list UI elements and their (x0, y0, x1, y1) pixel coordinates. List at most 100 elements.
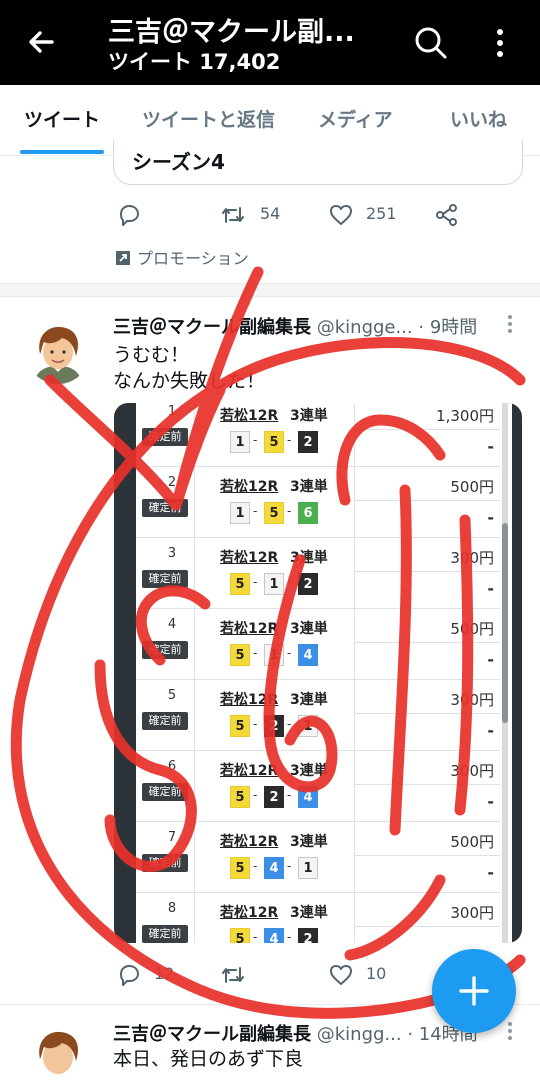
payout-value: - (487, 863, 494, 882)
bet-type: 3連単 (290, 834, 328, 850)
bet-type: 3連単 (290, 692, 328, 708)
ticket-number: 6 (167, 759, 177, 774)
like-count: 10 (366, 964, 387, 983)
combo-separator: - (287, 788, 292, 802)
bet-amount: 300円 (450, 549, 494, 567)
bet-amount: 500円 (450, 620, 494, 638)
reply-icon[interactable] (116, 962, 142, 988)
tweet-count: ツイート 17,402 (108, 50, 281, 74)
boat-number-box: 5 (264, 502, 284, 524)
more-vertical-icon[interactable] (488, 24, 512, 62)
retweet-count: 54 (260, 204, 281, 223)
tab-likes[interactable]: いいね (450, 105, 507, 132)
ticket-row: 3 確定前 若松12R 3連単 300円 -5-1-2 (136, 537, 500, 609)
ticket-row: 1 確定前 若松12R 3連単 1,300円 -1-5-2 (136, 403, 500, 467)
status-badge: 確定前 (142, 499, 188, 517)
combo-separator: - (287, 717, 292, 731)
tweet-text: 本日、発日のあず下良 (113, 1048, 304, 1070)
ticket-row: 6 確定前 若松12R 3連単 300円 -5-2-4 (136, 750, 500, 822)
race-link: 若松12R (220, 621, 279, 637)
status-badge: 確定前 (142, 570, 188, 588)
avatar[interactable] (26, 320, 90, 384)
ticket-row: 2 確定前 若松12R 3連単 500円 -1-5-6 (136, 466, 500, 538)
card-text: シーズン4 (132, 150, 225, 174)
status-badge: 確定前 (142, 925, 188, 943)
ticket-row: 8確定前若松12R3連単300円-5-4-2 (136, 892, 500, 943)
author-name[interactable]: 三吉＠マクール副編集長 (113, 317, 311, 338)
like-icon[interactable] (328, 202, 354, 228)
bet-type: 3連単 (290, 408, 328, 424)
boat-number-box: 4 (264, 928, 284, 943)
boat-number-box: 6 (298, 502, 318, 524)
payout-value: - (487, 437, 494, 456)
race-link: 若松12R (220, 692, 279, 708)
status-badge: 確定前 (142, 783, 188, 801)
author-handle: @kingge... (316, 317, 413, 338)
avatar-illustration (26, 320, 90, 384)
combo-separator: - (253, 788, 258, 802)
bet-type: 3連単 (290, 905, 328, 921)
bet-amount: 500円 (450, 833, 494, 851)
combo-separator: - (253, 575, 258, 589)
back-arrow-icon[interactable] (22, 22, 62, 62)
retweet-icon[interactable] (220, 962, 246, 988)
boat-number-box: 4 (298, 644, 318, 666)
status-badge: 確定前 (142, 854, 188, 872)
combo-separator: - (253, 504, 258, 518)
tweet-menu-icon[interactable] (505, 1020, 515, 1042)
status-badge: 確定前 (142, 641, 188, 659)
payout-value: - (487, 579, 494, 598)
payout-value: - (487, 650, 494, 669)
tweet-header: 三吉＠マクール副編集長 @kingge... · 9時間 (113, 313, 477, 339)
tweet-time: · 9時間 (418, 317, 478, 338)
prev-tweet-actions: 54 251 (0, 196, 540, 236)
tweet-image[interactable]: 1 確定前 若松12R 3連単 1,300円 -1-5-2 2 確定前 若松12R 3連単 500円… (114, 403, 522, 943)
ticket-number: 3 (167, 546, 177, 561)
bet-amount: 500円 (450, 478, 494, 496)
link-card[interactable]: シーズン4 (113, 140, 523, 185)
combo-separator: - (287, 433, 292, 447)
combo-separator: - (287, 504, 292, 518)
avatar-illustration (26, 1023, 90, 1087)
tweet-line-1: うむむ！ (113, 344, 190, 366)
avatar[interactable] (26, 1023, 90, 1087)
boat-number-box: 2 (264, 715, 284, 737)
payout-value: - (487, 792, 494, 811)
boat-number-box: 2 (298, 573, 318, 595)
combo-separator: - (253, 930, 258, 943)
tab-tweets[interactable]: ツイート (24, 105, 100, 132)
ticket-number: 7 (167, 830, 177, 845)
bet-amount: 300円 (450, 904, 494, 922)
boat-number-box: 1 (264, 644, 284, 666)
promoted-label[interactable]: プロモーション (115, 245, 249, 269)
active-tab-indicator (20, 150, 104, 154)
ticket-row: 4 確定前 若松12R 3連単 500円 -5-1-4 (136, 608, 500, 680)
race-link: 若松12R (220, 763, 279, 779)
tab-media[interactable]: メディア (318, 105, 393, 132)
status-badge: 確定前 (142, 428, 188, 446)
bet-amount: 300円 (450, 762, 494, 780)
retweet-icon[interactable] (220, 202, 246, 228)
tweet-menu-icon[interactable] (505, 313, 515, 335)
race-link: 若松12R (220, 408, 279, 424)
tab-tweets-and-replies[interactable]: ツイートと返信 (142, 105, 275, 132)
share-icon[interactable] (434, 202, 460, 228)
race-link: 若松12R (220, 479, 279, 495)
author-name[interactable]: 三吉＠マクール副編集長 (113, 1024, 311, 1045)
search-icon[interactable] (412, 24, 450, 62)
boat-number-box: 5 (230, 857, 250, 879)
bet-type: 3連単 (290, 621, 328, 637)
profile-title: 三吉＠マクール副... (108, 17, 355, 48)
boat-number-box: 5 (264, 431, 284, 453)
image-scrollbar (502, 403, 508, 943)
ticket-number: 5 (167, 688, 177, 703)
boat-number-box: 5 (230, 573, 250, 595)
bet-amount: 1,300円 (436, 407, 494, 425)
boat-number-box: 1 (264, 573, 284, 595)
race-link: 若松12R (220, 905, 279, 921)
author-handle: @kingg... (316, 1024, 402, 1045)
compose-tweet-button[interactable] (432, 949, 516, 1033)
reply-icon[interactable] (116, 202, 142, 228)
combo-separator: - (287, 859, 292, 873)
like-icon[interactable] (328, 962, 354, 988)
